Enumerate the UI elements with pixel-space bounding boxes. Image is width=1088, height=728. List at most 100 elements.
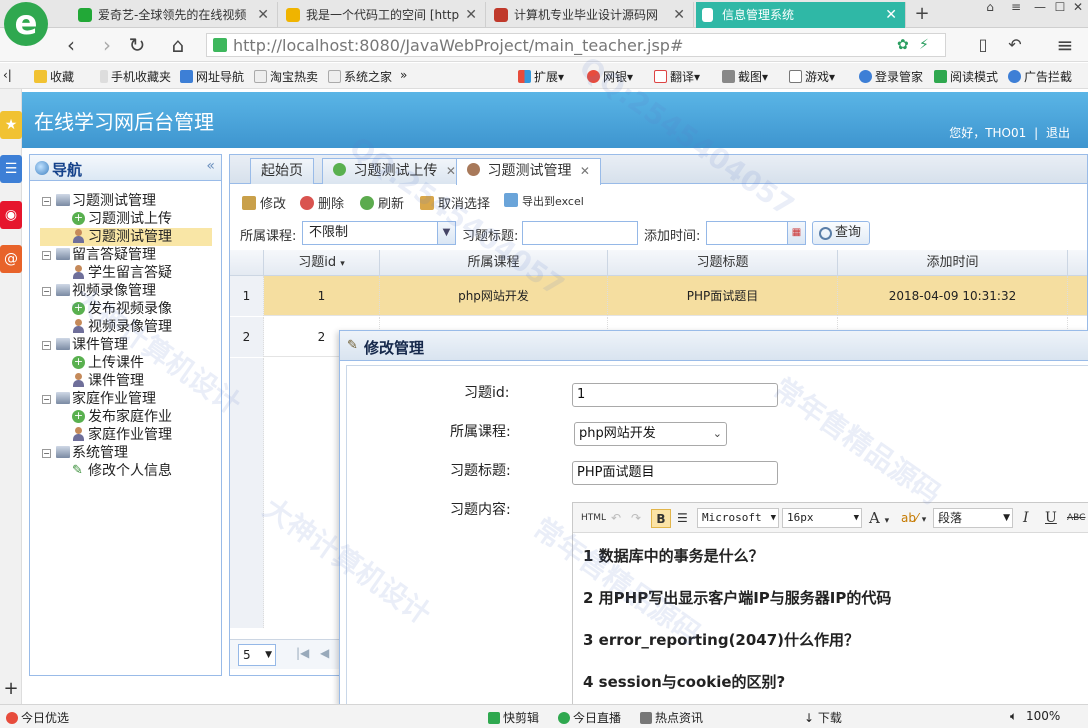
collapse-toggle-icon[interactable]: − [42,395,51,404]
font-family-select[interactable]: Microsoft ▼ [697,508,779,528]
nav-group-homework[interactable]: − 家庭作业管理 [30,390,221,408]
close-icon[interactable]: ✕ [446,164,456,178]
menu-icon[interactable]: ≡ [1004,0,1028,16]
exercise-id-field[interactable]: 1 [572,383,778,407]
toolbar-games[interactable]: 游戏▾ [789,68,835,85]
calendar-icon[interactable]: ▦ [787,222,805,244]
redo-icon[interactable]: ↷ [631,509,641,528]
url-field[interactable]: http://localhost:8080/JavaWebProject/mai… [206,33,946,57]
list-icon[interactable]: ☰ [0,155,22,183]
undo-icon[interactable]: ↶ [1002,32,1028,58]
refresh-button[interactable]: 刷新 [360,193,404,212]
tab-exercise-manage[interactable]: 习题测试管理 ✕ [456,158,601,185]
bookmark-more-icon[interactable]: » [400,68,407,82]
underline-button[interactable]: U [1045,509,1057,528]
edit-button[interactable]: 修改 [242,193,286,212]
first-page-icon[interactable]: |◀ [296,646,309,660]
font-size-select[interactable]: 16px ▼ [782,508,862,528]
column-header-id[interactable]: 习题id ▾ [264,250,380,276]
browser-tab-info-system[interactable]: 信息管理系统 ✕ [696,2,906,28]
toolbar-reading-mode[interactable]: 阅读模式 [934,68,998,85]
tab-home[interactable]: 起始页 [250,158,314,184]
back-icon[interactable]: ‹ [58,32,84,58]
time-filter-input[interactable]: ▦ [706,221,806,245]
toolbar-ebank[interactable]: 网银▾ [587,68,633,85]
clear-format-icon[interactable]: ☰ [677,509,688,528]
reload-icon[interactable]: ↻ [124,32,150,58]
nav-group-videos[interactable]: − 视频录像管理 [30,282,221,300]
skin-icon[interactable]: ⌂ [978,0,1002,16]
mail-icon[interactable]: @ [0,245,22,273]
logout-link[interactable]: 退出 [1046,126,1070,140]
prev-page-icon[interactable]: ◀ [320,646,329,660]
home-icon[interactable]: ⌂ [165,32,191,58]
font-color-button[interactable]: A ▾ [869,509,889,528]
today-picks[interactable]: 今日优选 [6,709,69,726]
bookmark-system[interactable]: 系统之家 [328,68,392,85]
nav-item-courseware-manage[interactable]: 课件管理 [30,372,221,390]
course-filter-select[interactable]: 不限制 ▼ [302,221,456,245]
new-tab-button[interactable]: + [910,2,934,26]
paragraph-select[interactable]: 段落 ▼ [933,508,1013,528]
highlight-icon[interactable]: ab⁄ ▾ [901,509,926,528]
column-header-title[interactable]: 习题标题 [608,250,838,276]
browser-tab-iqiyi[interactable]: 爱奇艺-全球领先的在线视频 ✕ [72,2,278,28]
delete-button[interactable]: 删除 [300,193,344,212]
italic-button[interactable]: I [1023,509,1029,528]
weibo-icon[interactable]: ◉ [0,201,22,229]
collapse-toggle-icon[interactable]: − [42,251,51,260]
toolbar-login-manager[interactable]: 登录管家 [859,68,923,85]
nav-group-system[interactable]: − 系统管理 [30,444,221,462]
nav-item-exercise-upload[interactable]: + 习题测试上传 [30,210,221,228]
bookmark-favorites[interactable]: 收藏 [34,68,74,85]
status-download[interactable]: ↓ 下载 [804,709,842,726]
lightning-icon[interactable]: ⚡ [919,37,929,53]
nav-item-edit-profile[interactable]: ✎ 修改个人信息 [30,462,221,480]
close-icon[interactable]: ✕ [673,2,685,28]
close-icon[interactable]: ✕ [257,2,269,28]
undo-icon[interactable]: ↶ [611,509,621,528]
bookmark-taobao[interactable]: 淘宝热卖 [254,68,318,85]
status-live[interactable]: 今日直播 [558,709,621,726]
status-news[interactable]: 热点资讯 [640,709,703,726]
nav-item-exercise-manage[interactable]: 习题测试管理 [40,228,212,246]
nav-group-messages[interactable]: − 留言答疑管理 [30,246,221,264]
nav-group-exercise[interactable]: − 习题测试管理 [30,192,221,210]
title-filter-input[interactable] [522,221,638,245]
unselect-button[interactable]: 取消选择 [420,193,490,212]
toolbar-extensions[interactable]: 扩展▾ [518,68,564,85]
query-button[interactable]: 查询 [812,221,871,245]
export-button[interactable]: 导出到excel [504,193,584,209]
table-row[interactable]: 1 1 php网站开发 PHP面试题目 2018-04-09 10:31:32 [230,276,1087,316]
zoom-level[interactable]: 100% [1026,709,1060,723]
menu-icon[interactable]: ≡ [1052,32,1078,58]
add-icon[interactable]: + [0,675,22,703]
column-header-time[interactable]: 添加时间 [838,250,1068,276]
exercise-title-field[interactable]: PHP面试题目 [572,461,778,485]
close-icon[interactable]: ✕ [580,164,590,178]
bookmark-mobile[interactable]: 手机收藏夹 [100,68,171,85]
bold-button[interactable]: B [651,509,671,528]
strikethrough-button[interactable]: ABC [1067,509,1085,528]
column-header-course[interactable]: 所属课程 [380,250,608,276]
nav-item-publish-video[interactable]: + 发布视频录像 [30,300,221,318]
toolbar-screenshot[interactable]: 截图▾ [722,68,768,85]
nav-item-student-messages[interactable]: 学生留言答疑 [30,264,221,282]
course-select[interactable]: php网站开发 ⌄ [574,422,727,446]
nav-group-courseware[interactable]: − 课件管理 [30,336,221,354]
extension-icon[interactable]: ✿ [897,37,909,53]
bookmark-arrow-icon[interactable]: ‹| [3,68,12,82]
tab-exercise-upload[interactable]: 习题测试上传 ✕ [322,158,467,184]
close-window-icon[interactable]: ✕ [1066,0,1088,16]
bookmark-nav[interactable]: 网址导航 [180,68,244,85]
status-quick-edit[interactable]: 快剪辑 [488,709,539,726]
collapse-toggle-icon[interactable]: − [42,449,51,458]
browser-tab-coder-space[interactable]: 我是一个代码工的空间 [http ✕ [280,2,486,28]
close-icon[interactable]: ✕ [885,2,897,28]
phone-icon[interactable]: ▯ [970,32,996,58]
browser-tab-source-code[interactable]: 计算机专业毕业设计源码网 ✕ [488,2,694,28]
html-source-button[interactable]: HTML [581,509,606,528]
collapse-toggle-icon[interactable]: − [42,341,51,350]
toolbar-translate[interactable]: 翻译▾ [654,68,700,85]
forward-icon[interactable]: › [94,32,120,58]
